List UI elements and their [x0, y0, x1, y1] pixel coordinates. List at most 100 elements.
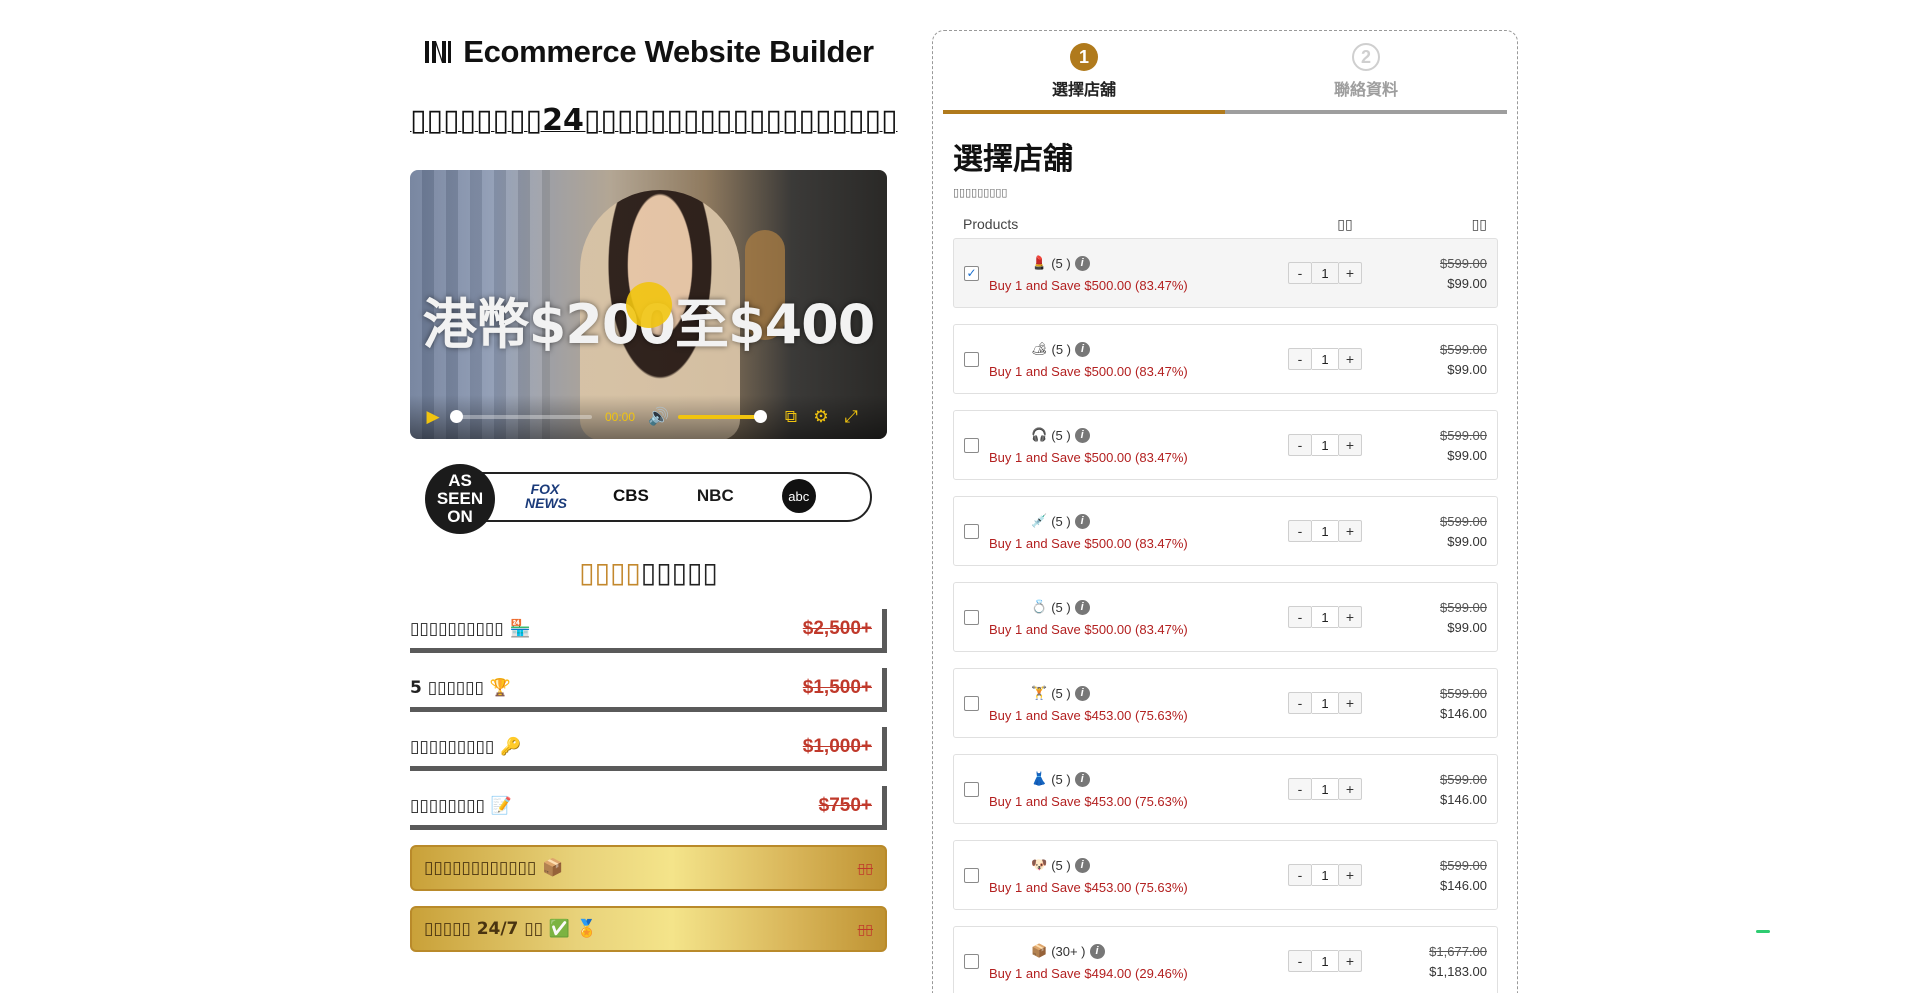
qty-value[interactable]: 1 — [1312, 434, 1338, 456]
qty-increase-button[interactable]: + — [1338, 692, 1362, 714]
qty-value[interactable]: 1 — [1312, 778, 1338, 800]
product-row[interactable]: 🏕 (5 ) i Buy 1 and Save $500.00 (83.47%)… — [953, 324, 1498, 394]
qty-value[interactable]: 1 — [1312, 606, 1338, 628]
info-icon[interactable]: i — [1089, 943, 1105, 959]
chat-widget-indicator[interactable] — [1756, 930, 1770, 933]
qty-value[interactable]: 1 — [1312, 950, 1338, 972]
settings-gear-icon[interactable]: ⚙ — [810, 407, 832, 427]
qty-decrease-button[interactable]: - — [1288, 778, 1312, 800]
product-icon: 💉 — [1031, 513, 1048, 528]
volume-slider[interactable] — [678, 410, 767, 423]
play-icon[interactable]: ▶ — [422, 407, 444, 427]
info-icon[interactable]: i — [1074, 685, 1090, 701]
fullscreen-icon[interactable]: ⤢ — [840, 407, 862, 427]
qty-value[interactable]: 1 — [1312, 348, 1338, 370]
video-play-overlay-button[interactable] — [626, 282, 672, 328]
brand-name: Ecommerce Website Builder — [463, 34, 874, 69]
video-seek-bar[interactable] — [450, 410, 592, 423]
qty-value[interactable]: 1 — [1312, 864, 1338, 886]
external-link-icon[interactable]: ⧉ — [780, 407, 802, 427]
product-checkbox[interactable] — [964, 781, 979, 797]
save-amount: Buy 1 and Save $494.00 — [989, 966, 1132, 981]
product-checkbox[interactable] — [964, 437, 979, 453]
product-checkbox[interactable] — [964, 609, 979, 625]
value-row: ▯▯▯▯▯▯▯▯▯ 🔑 $1,000+ — [410, 727, 887, 771]
product-icon: 🏕 — [1031, 341, 1048, 356]
info-icon[interactable]: i — [1074, 427, 1090, 443]
product-checkbox[interactable] — [964, 867, 979, 883]
info-icon[interactable]: i — [1074, 599, 1090, 615]
step-contact-info[interactable]: 2 聯絡資料 — [1225, 43, 1507, 114]
abc-logo: abc — [781, 479, 816, 513]
promo-video[interactable]: 港幣$200至$400 ▶ 00:00 🔊 ⧉ ⚙ ⤢ — [410, 170, 887, 439]
info-icon[interactable]: i — [1074, 771, 1090, 787]
qty-decrease-button[interactable]: - — [1288, 606, 1312, 628]
qty-decrease-button[interactable]: - — [1288, 864, 1312, 886]
product-row[interactable]: 📦 (30+ ) i Buy 1 and Save $494.00 (29.46… — [953, 926, 1498, 993]
product-checkbox[interactable] — [964, 523, 979, 539]
sale-price: $99.00 — [1447, 275, 1487, 291]
qty-increase-button[interactable]: + — [1338, 950, 1362, 972]
product-save-text: Buy 1 and Save $453.00 (75.63%) — [989, 880, 1288, 895]
save-percent: (75.63%) — [1135, 708, 1188, 723]
badge-line: ON — [447, 507, 473, 526]
product-name: 💄 (5 ) i — [1031, 253, 1288, 273]
product-row[interactable]: 👗 (5 ) i Buy 1 and Save $453.00 (75.63%)… — [953, 754, 1498, 824]
product-row[interactable]: 🐶 (5 ) i Buy 1 and Save $453.00 (75.63%)… — [953, 840, 1498, 910]
product-save-text: Buy 1 and Save $500.00 (83.47%) — [989, 450, 1288, 465]
product-checkbox[interactable] — [964, 695, 979, 711]
product-title: (5 ) — [1051, 255, 1071, 271]
product-row[interactable]: 💉 (5 ) i Buy 1 and Save $500.00 (83.47%)… — [953, 496, 1498, 566]
info-icon[interactable]: i — [1074, 255, 1090, 271]
product-save-text: Buy 1 and Save $453.00 (75.63%) — [989, 794, 1288, 809]
qty-decrease-button[interactable]: - — [1288, 348, 1312, 370]
save-amount: Buy 1 and Save $453.00 — [989, 880, 1132, 895]
info-icon[interactable]: i — [1075, 341, 1091, 357]
bonus-row-name: ▯▯▯▯▯ 24/7 ▯▯ ✅ 🏅 — [424, 919, 598, 939]
qty-decrease-button[interactable]: - — [1288, 520, 1312, 542]
qty-decrease-button[interactable]: - — [1288, 262, 1312, 284]
qty-increase-button[interactable]: + — [1338, 348, 1362, 370]
product-title: (5 ) — [1051, 685, 1071, 701]
product-info: 💄 (5 ) i Buy 1 and Save $500.00 (83.47%) — [989, 253, 1288, 293]
qty-increase-button[interactable]: + — [1338, 864, 1362, 886]
qty-value[interactable]: 1 — [1312, 692, 1338, 714]
product-row[interactable]: 💍 (5 ) i Buy 1 and Save $500.00 (83.47%)… — [953, 582, 1498, 652]
info-icon[interactable]: i — [1074, 857, 1090, 873]
qty-increase-button[interactable]: + — [1338, 778, 1362, 800]
qty-decrease-button[interactable]: - — [1288, 692, 1312, 714]
product-title: (5 ) — [1051, 857, 1071, 873]
save-percent: (75.63%) — [1135, 794, 1188, 809]
info-icon[interactable]: i — [1074, 513, 1090, 529]
qty-value[interactable]: 1 — [1312, 262, 1338, 284]
qty-decrease-button[interactable]: - — [1288, 434, 1312, 456]
product-checkbox[interactable]: ✓ — [964, 265, 979, 281]
product-title: (5 ) — [1051, 513, 1071, 529]
product-table-header: Products ▯▯ ▯▯ — [943, 213, 1507, 235]
product-title: (5 ) — [1051, 771, 1071, 787]
qty-value[interactable]: 1 — [1312, 520, 1338, 542]
value-row-price: $750+ — [818, 794, 872, 816]
fox-news-logo: FOX NEWS — [525, 481, 567, 511]
qty-increase-button[interactable]: + — [1338, 262, 1362, 284]
as-seen-on-badge: AS SEEN ON — [425, 464, 495, 534]
qty-increase-button[interactable]: + — [1338, 520, 1362, 542]
product-row[interactable]: ✓ 💄 (5 ) i Buy 1 and Save $500.00 (83.47… — [953, 238, 1498, 308]
header-qty: ▯▯ — [1337, 215, 1353, 232]
value-list: ▯▯▯▯▯▯▯▯▯▯ 🏪 $2,500+ 5 ▯▯▯▯▯▯ 🏆 $1,500+ … — [410, 609, 887, 952]
product-info: 🐶 (5 ) i Buy 1 and Save $453.00 (75.63%) — [989, 855, 1288, 895]
product-checkbox[interactable] — [964, 351, 979, 367]
volume-icon[interactable]: 🔊 — [648, 407, 670, 427]
product-row[interactable]: 🎧 (5 ) i Buy 1 and Save $500.00 (83.47%)… — [953, 410, 1498, 480]
step-select-store[interactable]: 1 選擇店舖 — [943, 43, 1225, 114]
qty-decrease-button[interactable]: - — [1288, 950, 1312, 972]
product-icon: 👗 — [1031, 771, 1048, 786]
product-checkbox[interactable] — [964, 953, 979, 969]
qty-increase-button[interactable]: + — [1338, 434, 1362, 456]
step-label: 聯絡資料 — [1333, 80, 1398, 99]
save-amount: Buy 1 and Save $500.00 — [989, 278, 1132, 293]
product-name: 👗 (5 ) i — [1031, 769, 1288, 789]
qty-increase-button[interactable]: + — [1338, 606, 1362, 628]
product-row[interactable]: 🏋 (5 ) i Buy 1 and Save $453.00 (75.63%)… — [953, 668, 1498, 738]
section-subtitle: ▯▯▯▯▯▯▯▯▯ — [953, 186, 1008, 199]
